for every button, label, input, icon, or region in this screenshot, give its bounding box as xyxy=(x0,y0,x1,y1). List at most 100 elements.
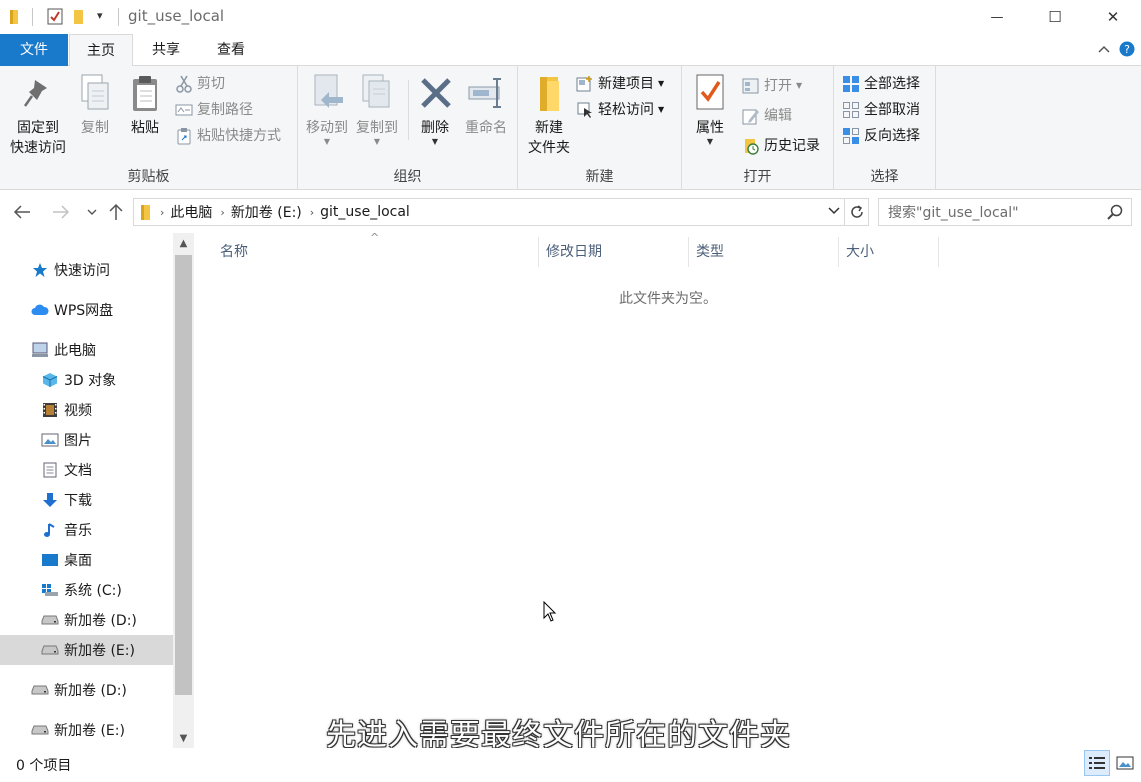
column-separator[interactable] xyxy=(688,237,689,267)
back-button[interactable] xyxy=(10,200,34,224)
delete-button[interactable]: 删除 ▼ xyxy=(416,72,454,146)
search-icon[interactable] xyxy=(1107,204,1123,224)
paste-shortcut-icon xyxy=(175,127,193,145)
scroll-up-icon[interactable]: ▲ xyxy=(173,233,194,253)
pin-label-line2: 快速访问 xyxy=(10,140,66,156)
address-dropdown-icon[interactable] xyxy=(828,207,840,215)
maximize-button[interactable]: ☐ xyxy=(1026,0,1084,34)
large-icons-view-button[interactable] xyxy=(1112,750,1138,776)
select-none-button[interactable]: 全部取消 xyxy=(842,98,920,122)
ribbon-controls: ? xyxy=(1093,34,1141,66)
paste-shortcut-button[interactable]: 粘贴快捷方式 xyxy=(175,124,281,148)
new-folder-qat-icon[interactable] xyxy=(73,8,87,29)
file-list[interactable]: ^ 名称 修改日期 类型 大小 此文件夹为空。 xyxy=(194,231,1141,748)
tab-share[interactable]: 共享 xyxy=(134,34,198,66)
recent-locations-button[interactable] xyxy=(80,200,104,224)
pin-quick-access-button[interactable]: 固定到 快速访问 xyxy=(6,72,70,158)
new-folder-button[interactable]: 新建 文件夹 xyxy=(522,72,576,158)
paste-button[interactable]: 粘贴 xyxy=(124,72,166,138)
breadcrumb-current-folder[interactable]: git_use_local xyxy=(320,204,410,220)
tab-home[interactable]: 主页 xyxy=(69,34,133,67)
help-icon[interactable]: ? xyxy=(1119,41,1135,61)
nav-item-music[interactable]: 音乐 xyxy=(0,515,173,545)
organize-separator xyxy=(408,80,409,140)
breadcrumb-drive-e[interactable]: 新加卷 (E:) xyxy=(231,202,302,222)
nav-scrollbar-thumb[interactable] xyxy=(175,255,192,695)
breadcrumb-chevron-icon[interactable]: › xyxy=(160,206,164,219)
invert-selection-button[interactable]: 反向选择 xyxy=(842,124,920,148)
copy-to-button[interactable]: 复制到 ▼ xyxy=(354,72,400,146)
column-separator[interactable] xyxy=(938,237,939,267)
address-bar[interactable]: › 此电脑 › 新加卷 (E:) › git_use_local xyxy=(133,198,845,226)
nav-item-drive-e[interactable]: 新加卷 (E:) xyxy=(0,635,173,665)
edit-button[interactable]: 编辑 xyxy=(742,104,792,128)
properties-check-icon[interactable] xyxy=(47,8,63,29)
move-to-button[interactable]: 移动到 ▼ xyxy=(304,72,350,146)
qat-dropdown-icon[interactable]: ▾ xyxy=(97,9,103,22)
column-header-name[interactable]: 名称 xyxy=(220,239,535,265)
nav-scrollbar[interactable]: ▲ ▼ xyxy=(173,233,194,748)
group-clipboard: 固定到 快速访问 复制 粘贴 剪切 复制路径 粘贴快捷方式 剪贴板 xyxy=(0,66,298,190)
refresh-button[interactable] xyxy=(845,198,869,226)
copy-path-button[interactable]: 复制路径 xyxy=(175,98,253,122)
title-separator xyxy=(32,8,33,26)
group-label-select: 选择 xyxy=(870,169,899,185)
nav-item-pictures[interactable]: 图片 xyxy=(0,425,173,455)
new-item-icon xyxy=(576,75,594,93)
details-view-icon xyxy=(1089,757,1105,769)
scroll-down-icon[interactable]: ▼ xyxy=(173,728,194,748)
nav-item-label: WPS网盘 xyxy=(54,303,114,319)
properties-button[interactable]: 属性 ▼ xyxy=(690,72,730,146)
collapse-ribbon-icon[interactable] xyxy=(1097,42,1111,58)
picture-icon xyxy=(40,431,60,449)
breadcrumb-this-pc[interactable]: 此电脑 xyxy=(170,202,212,222)
nav-item-videos[interactable]: 视频 xyxy=(0,395,173,425)
breadcrumb-chevron-icon[interactable]: › xyxy=(310,206,314,219)
music-note-icon xyxy=(40,521,60,539)
nav-item-this-pc[interactable]: 此电脑 xyxy=(0,335,173,365)
select-all-label: 全部选择 xyxy=(864,76,920,92)
chevron-down-icon: ▼ xyxy=(796,81,803,90)
drive-icon xyxy=(30,681,50,699)
nav-item-drive-d[interactable]: 新加卷 (D:) xyxy=(0,605,173,635)
column-separator[interactable] xyxy=(838,237,839,267)
nav-item-quick-access[interactable]: 快速访问 xyxy=(0,255,173,285)
nav-item-label: 桌面 xyxy=(64,553,92,569)
nav-item-drive-c[interactable]: 系统 (C:) xyxy=(0,575,173,605)
tab-view[interactable]: 查看 xyxy=(198,34,264,66)
drive-icon xyxy=(30,721,50,739)
nav-item-drive-d-root[interactable]: 新加卷 (D:) xyxy=(0,675,173,705)
tab-file[interactable]: 文件 xyxy=(0,34,68,66)
copy-button[interactable]: 复制 xyxy=(74,72,116,138)
column-header-date[interactable]: 修改日期 xyxy=(546,239,686,265)
nav-item-drive-e-root[interactable]: 新加卷 (E:) xyxy=(0,715,173,745)
film-icon xyxy=(40,401,60,419)
up-button[interactable] xyxy=(104,200,128,224)
nav-item-downloads[interactable]: 下载 xyxy=(0,485,173,515)
forward-button[interactable] xyxy=(49,200,73,224)
close-button[interactable]: ✕ xyxy=(1084,0,1141,34)
nav-item-3d-objects[interactable]: 3D 对象 xyxy=(0,365,173,395)
history-button[interactable]: 历史记录 xyxy=(742,134,820,158)
chevron-down-icon: ▼ xyxy=(658,105,665,114)
details-view-button[interactable] xyxy=(1084,750,1110,776)
copy-label: 复制 xyxy=(81,120,109,136)
search-input[interactable]: 搜索"git_use_local" xyxy=(878,198,1132,226)
cut-button[interactable]: 剪切 xyxy=(175,72,225,96)
new-item-button[interactable]: 新建项目 ▼ xyxy=(576,72,664,96)
column-separator[interactable] xyxy=(538,237,539,267)
column-header-type[interactable]: 类型 xyxy=(696,239,836,265)
title-separator xyxy=(118,8,119,26)
nav-item-wps-cloud[interactable]: WPS网盘 xyxy=(0,295,173,325)
nav-item-label: 音乐 xyxy=(64,523,92,539)
open-button[interactable]: 打开 ▼ xyxy=(742,74,802,98)
easy-access-button[interactable]: 轻松访问 ▼ xyxy=(576,98,664,122)
group-new: 新建 文件夹 新建项目 ▼ 轻松访问 ▼ 新建 xyxy=(518,66,682,190)
select-all-button[interactable]: 全部选择 xyxy=(842,72,920,96)
rename-button[interactable]: 重命名 xyxy=(460,72,512,138)
column-header-size[interactable]: 大小 xyxy=(846,239,936,265)
breadcrumb-chevron-icon[interactable]: › xyxy=(220,206,224,219)
nav-item-desktop[interactable]: 桌面 xyxy=(0,545,173,575)
nav-item-documents[interactable]: 文档 xyxy=(0,455,173,485)
minimize-button[interactable]: — xyxy=(968,0,1026,34)
